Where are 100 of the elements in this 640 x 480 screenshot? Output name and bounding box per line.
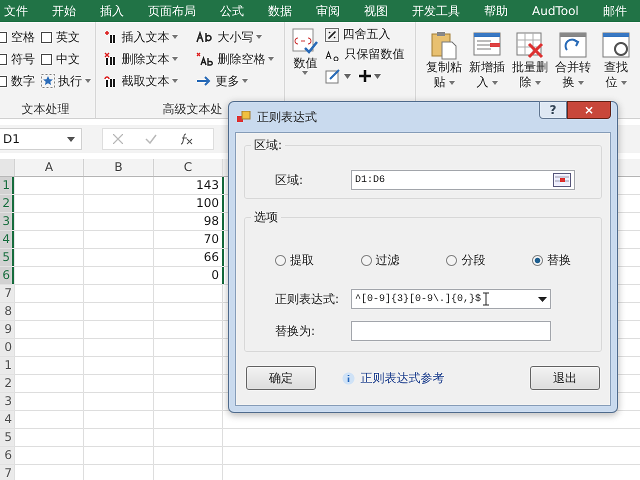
caret-icon [538,296,547,302]
row-header[interactable]: 5 [0,429,14,446]
field-label: 正则表达式: [275,290,340,308]
row-header[interactable]: 7 [0,285,14,302]
row-header[interactable]: 1 [0,357,14,374]
ribbon-button[interactable]: 插入文本 [104,26,196,48]
row-header[interactable]: 9 [0,321,14,338]
ribbon-tab[interactable]: 数据 [268,2,292,20]
caret-icon [492,80,498,84]
table-cell: 0 [153,267,222,284]
caret-icon [172,35,178,39]
check-icon[interactable] [145,134,157,144]
row-header[interactable]: 5 [0,249,14,266]
checkbox[interactable]: 数字 [0,70,36,92]
caret-icon [620,80,626,84]
ribbon-button[interactable]: 只保留数值 [325,46,404,63]
name-box[interactable]: D1 [0,128,82,150]
caret-icon [172,57,178,61]
ribbon-tab[interactable]: 开始 [52,2,76,20]
caret-icon [85,79,92,83]
table-delete-icon [515,30,545,60]
reference-link[interactable]: 正则表达式参考 [342,370,444,386]
ribbon-button[interactable]: 截取文本 [104,70,196,92]
table-cell: 98 [153,213,222,230]
range-field[interactable]: D1:D6 [351,170,575,190]
dialog-title: 正则表达式 [257,108,318,126]
ok-button[interactable]: 确定 [246,366,316,390]
radio-option[interactable]: 分段 [446,252,486,269]
ribbon-button[interactable]: 删除文本 [104,48,196,70]
function-icon[interactable] [179,133,193,145]
column-header[interactable]: C [153,159,222,176]
group-label: 高级文本处 [162,101,222,118]
table-search-icon [601,30,631,60]
group-label: 文本处理 [22,101,70,118]
column-header[interactable]: B [83,159,153,176]
ribbon-tab[interactable]: 审阅 [316,2,340,20]
radio-option[interactable]: 替换 [532,252,571,269]
row-header[interactable]: 2 [0,195,14,212]
ribbon-button[interactable]: 四舍五入 [325,26,404,43]
checkbox[interactable]: 中文 [41,48,92,70]
row-header[interactable]: 2 [0,375,14,392]
row-header[interactable]: 8 [0,303,14,320]
table-cell: 100 [153,195,222,212]
field-label: 区域: [275,172,304,188]
replace-field[interactable] [351,321,551,341]
caret-icon [256,35,262,39]
column-header[interactable]: A [14,159,83,176]
caret-icon [172,79,178,83]
checkbox[interactable]: 空格 [0,26,36,48]
row-header[interactable]: 3 [0,393,14,410]
row-header[interactable]: 7 [0,465,14,480]
caret-icon [448,80,454,84]
regex-combo-box[interactable]: ^[0-9]{3}[0-9\.]{0,}$ [351,289,551,309]
ribbon-tab[interactable]: 公式 [220,2,244,20]
caret-icon [302,71,308,75]
ribbon-tab[interactable]: AudTool [532,4,579,18]
radio-option[interactable]: 提取 [275,252,314,269]
ribbon-tab[interactable]: 帮助 [484,2,508,20]
app-icon [237,111,251,123]
caret-icon [374,74,382,78]
table-cell: 143 [153,177,222,194]
ribbon-tab[interactable]: 开发工具 [412,2,460,20]
checkbox[interactable]: 符号 [0,48,36,70]
row-header[interactable]: 1 [0,177,14,194]
ribbon-tab[interactable]: 插入 [100,2,124,20]
table-merge-icon [558,30,588,60]
ribbon-tab[interactable]: 页面布局 [148,2,196,20]
help-button[interactable]: ? [539,101,567,119]
run-button[interactable]: 执行 [41,70,92,92]
close-button[interactable]: × [567,101,611,119]
row-header[interactable]: 3 [0,213,14,230]
row-header[interactable]: 4 [0,231,14,248]
row-header[interactable]: 6 [0,447,14,464]
row-header[interactable]: 6 [0,267,14,284]
ribbon-button[interactable]: 更多 [196,70,280,92]
table-cell: 70 [153,231,222,248]
group-title: 选项 [253,209,279,226]
row-header[interactable]: 4 [0,411,14,428]
add-dropdown[interactable] [359,70,382,82]
caret-icon [268,57,274,61]
ribbon-tab[interactable]: 邮件 [602,2,627,20]
text-cursor-icon [483,292,490,306]
exit-button[interactable]: 退出 [530,366,600,390]
radio-option[interactable]: 过滤 [360,252,400,269]
ribbon-tab[interactable]: 文件 [4,2,28,20]
caret-icon [344,74,352,78]
ribbon-button[interactable]: 删除空格 [196,48,280,70]
ribbon-button[interactable]: 大小写 [196,26,280,48]
percent-icon [325,28,340,42]
abc-icon [325,48,342,60]
caret-icon [67,136,75,142]
field-label: 替换为: [275,322,316,340]
checkbox[interactable]: 英文 [41,26,92,48]
caret-icon [534,80,540,84]
case-icon [196,31,214,43]
row-header[interactable]: 0 [0,339,14,356]
edit-dropdown[interactable] [325,68,352,84]
range-picker-icon[interactable] [553,173,571,187]
ribbon-tab[interactable]: 视图 [364,2,388,20]
clipboard-icon [429,30,459,60]
